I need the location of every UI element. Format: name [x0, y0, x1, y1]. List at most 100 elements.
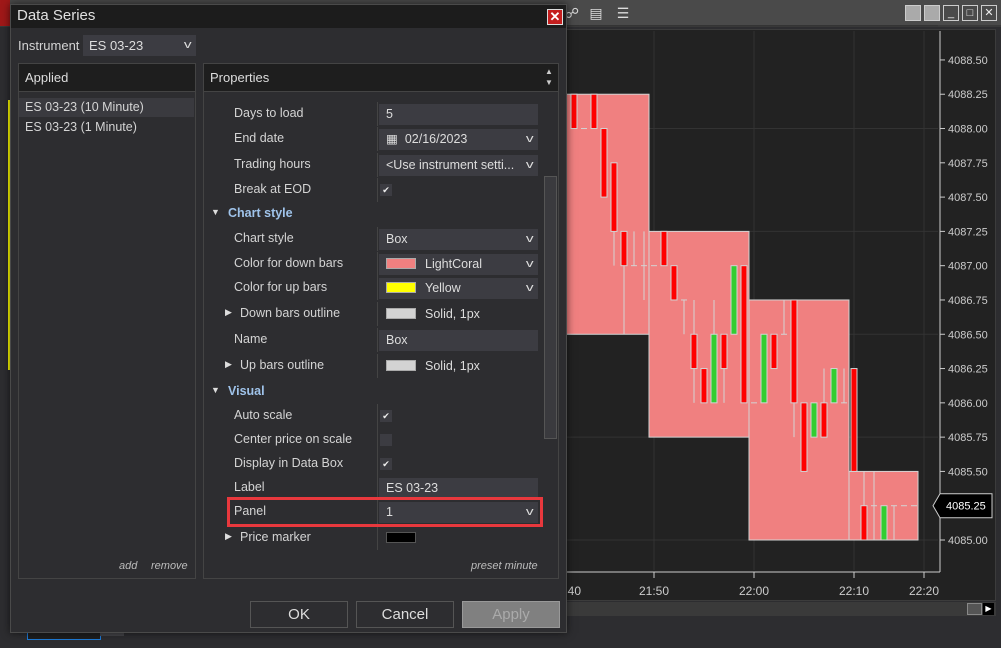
column-divider: [377, 252, 378, 276]
candle-body: [690, 333, 698, 370]
property-row[interactable]: ▶ Up bars outline Solid, 1px: [204, 354, 559, 378]
remove-link[interactable]: remove: [151, 560, 188, 572]
property-label: Auto scale: [234, 408, 293, 422]
expand-icon[interactable]: ▶: [225, 307, 232, 318]
preset-link[interactable]: preset minute: [471, 560, 538, 572]
add-link[interactable]: add: [119, 560, 137, 572]
collapse-icon[interactable]: ▼: [211, 385, 220, 395]
category-label: Visual: [228, 384, 265, 398]
stroke-value[interactable]: Solid, 1px: [379, 356, 538, 377]
scroll-right-icon[interactable]: ▶: [983, 603, 994, 615]
column-divider: [377, 328, 378, 352]
property-row[interactable]: Days to load 5: [204, 102, 559, 126]
expand-icon[interactable]: ▶: [225, 531, 232, 542]
chevron-down-icon: v: [525, 282, 534, 294]
property-label: Trading hours: [234, 157, 311, 171]
property-label: Display in Data Box: [234, 456, 344, 470]
property-row[interactable]: Center price on scale: [204, 428, 559, 452]
property-row[interactable]: ▼ Chart style: [204, 202, 559, 226]
property-label: Name: [234, 332, 268, 346]
property-dropdown[interactable]: Yellow v: [379, 278, 538, 299]
candle-body: [710, 333, 718, 404]
column-divider: [377, 452, 378, 476]
dialog-titlebar[interactable]: Data Series ✕: [11, 5, 566, 28]
candle-body: [720, 333, 728, 370]
apply-button[interactable]: Apply: [462, 601, 560, 628]
y-tick-label: 4088.50: [948, 55, 988, 67]
column-divider: [377, 178, 378, 202]
collapse-icon[interactable]: ▼: [211, 207, 220, 217]
property-row[interactable]: Chart style Box v: [204, 227, 559, 251]
property-row[interactable]: Color for down bars LightCoral v: [204, 252, 559, 276]
y-tick-label: 4088.25: [948, 89, 988, 101]
property-input[interactable]: 5: [379, 104, 538, 125]
applied-item[interactable]: ES 03-23 (1 Minute): [19, 118, 194, 137]
y-tick-label: 4087.00: [948, 261, 988, 273]
expand-icon[interactable]: ▶: [225, 359, 232, 370]
property-value: Solid, 1px: [425, 307, 480, 321]
applied-item[interactable]: ES 03-23 (10 Minute): [19, 98, 194, 117]
candle-body: [880, 505, 888, 541]
property-row[interactable]: Display in Data Box ✔: [204, 452, 559, 476]
price-marker-label: 4085.25: [946, 501, 986, 513]
column-divider: [377, 153, 378, 177]
checkbox[interactable]: [380, 434, 392, 446]
property-row[interactable]: Auto scale ✔: [204, 404, 559, 428]
y-tick-label: 4085.75: [948, 432, 988, 444]
stroke-value[interactable]: [379, 528, 538, 549]
checkbox[interactable]: ✔: [380, 458, 392, 470]
stroke-value[interactable]: Solid, 1px: [379, 304, 538, 325]
property-value: Solid, 1px: [425, 359, 480, 373]
stroke-swatch: [386, 532, 416, 543]
scroll-arrows[interactable]: ▲ ▼: [545, 66, 553, 88]
property-dropdown[interactable]: <Use instrument setti... v: [379, 155, 538, 176]
scroll-thumb[interactable]: [967, 603, 982, 615]
property-input[interactable]: Box: [379, 330, 538, 351]
candle-body: [590, 93, 598, 130]
property-row[interactable]: ▶ Down bars outline Solid, 1px: [204, 302, 559, 326]
column-divider: [377, 354, 378, 378]
candle-body: [810, 402, 818, 438]
y-tick-label: 4086.50: [948, 329, 988, 341]
y-tick-label: 4087.50: [948, 192, 988, 204]
y-tick-label: 4085.00: [948, 535, 988, 547]
ok-button[interactable]: OK: [250, 601, 348, 628]
property-row[interactable]: Color for up bars Yellow v: [204, 276, 559, 300]
candle-body: [830, 368, 838, 404]
checkbox[interactable]: ✔: [380, 410, 392, 422]
applied-panel: Applied ES 03-23 (10 Minute) ES 03-23 (1…: [18, 63, 196, 579]
property-row[interactable]: ▼ Visual: [204, 380, 559, 404]
property-row[interactable]: Trading hours <Use instrument setti... v: [204, 153, 559, 177]
property-dropdown[interactable]: ▦ 02/16/2023 v: [379, 129, 538, 150]
y-tick-label: 4086.75: [948, 295, 988, 307]
property-label: Down bars outline: [240, 306, 341, 320]
panel-row-highlight: [227, 497, 543, 527]
property-row[interactable]: End date ▦ 02/16/2023 v: [204, 127, 559, 151]
column-divider: [377, 276, 378, 300]
cancel-button[interactable]: Cancel: [356, 601, 454, 628]
column-divider: [377, 526, 378, 550]
property-row[interactable]: Name Box: [204, 328, 559, 352]
category-label: Chart style: [228, 206, 293, 220]
property-label: Center price on scale: [234, 432, 353, 446]
property-label: Price marker: [240, 530, 311, 544]
candle-body: [610, 162, 618, 232]
close-icon[interactable]: ✕: [547, 9, 563, 25]
property-dropdown[interactable]: LightCoral v: [379, 254, 538, 275]
property-label: Break at EOD: [234, 182, 312, 196]
y-tick-label: 4088.00: [948, 124, 988, 136]
property-value: LightCoral: [425, 257, 482, 271]
y-tick-label: 4087.75: [948, 158, 988, 170]
property-row[interactable]: ▶ Price marker: [204, 526, 559, 550]
property-row[interactable]: Break at EOD ✔: [204, 178, 559, 202]
instrument-dropdown[interactable]: ES 03-23 v: [83, 35, 196, 56]
column-divider: [377, 127, 378, 151]
x-tick-label: 22:20: [909, 584, 939, 598]
property-label: Days to load: [234, 106, 304, 120]
dialog-title: Data Series: [17, 7, 96, 24]
checkbox[interactable]: ✔: [380, 184, 392, 196]
property-label: End date: [234, 131, 285, 145]
property-dropdown[interactable]: Box v: [379, 229, 538, 250]
property-input[interactable]: ES 03-23: [379, 478, 538, 499]
property-label: Chart style: [234, 231, 294, 245]
